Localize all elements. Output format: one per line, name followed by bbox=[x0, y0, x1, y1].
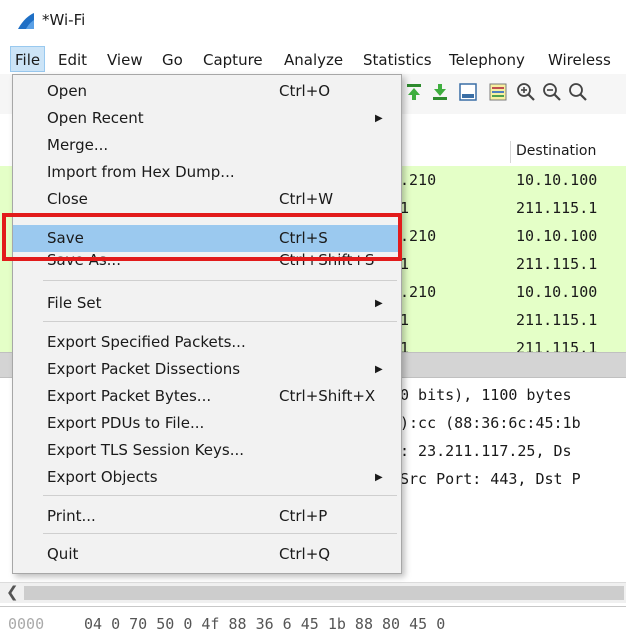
column-separator[interactable] bbox=[510, 141, 511, 163]
zoom-in-icon[interactable] bbox=[516, 82, 536, 102]
menu-go[interactable]: Go bbox=[162, 49, 183, 71]
scrollbar-thumb[interactable] bbox=[24, 586, 624, 600]
menu-separator bbox=[43, 495, 397, 496]
submenu-arrow-icon: ▶ bbox=[375, 113, 383, 124]
menu-item-export-objects[interactable]: Export Objects ▶ bbox=[13, 464, 401, 491]
menu-item-close[interactable]: Close Ctrl+W bbox=[13, 186, 401, 213]
menu-separator bbox=[43, 280, 397, 281]
title-bar: *Wi-Fi bbox=[0, 0, 626, 42]
bytes-offset: 0000 bbox=[8, 615, 45, 633]
detail-line-ethernet[interactable]: ):cc (88:36:6c:45:1b bbox=[400, 414, 581, 432]
window-title: *Wi-Fi bbox=[42, 11, 86, 29]
menu-item-open-recent[interactable]: Open Recent ▶ bbox=[13, 105, 401, 132]
menu-item-export-packet-bytes[interactable]: Export Packet Bytes... Ctrl+Shift+X bbox=[13, 383, 401, 410]
submenu-arrow-icon: ▶ bbox=[375, 364, 383, 375]
menu-item-export-packet-dissections[interactable]: Export Packet Dissections ▶ bbox=[13, 356, 401, 383]
menu-item-export-tls-keys[interactable]: Export TLS Session Keys... bbox=[13, 437, 401, 464]
menu-edit[interactable]: Edit bbox=[58, 49, 87, 71]
menu-item-print[interactable]: Print... Ctrl+P bbox=[13, 503, 401, 530]
menu-item-merge[interactable]: Merge... bbox=[13, 132, 401, 159]
menu-wireless[interactable]: Wireless bbox=[548, 49, 611, 71]
menu-item-export-pdus[interactable]: Export PDUs to File... bbox=[13, 410, 401, 437]
detail-line-frame[interactable]: 0 bits), 1100 bytes bbox=[400, 386, 572, 404]
horizontal-scrollbar[interactable]: ❮ bbox=[0, 582, 626, 603]
menu-file[interactable]: File bbox=[10, 46, 46, 72]
menu-item-import-hex-dump[interactable]: Import from Hex Dump... bbox=[13, 159, 401, 186]
zoom-out-icon[interactable] bbox=[542, 82, 562, 102]
menu-separator bbox=[43, 533, 397, 534]
menu-item-save[interactable]: Save Ctrl+S bbox=[13, 225, 401, 252]
menu-bar: File Edit View Go Capture Analyze Statis… bbox=[0, 44, 626, 74]
menu-item-file-set[interactable]: File Set ▶ bbox=[13, 290, 401, 317]
submenu-arrow-icon: ▶ bbox=[375, 472, 383, 483]
menu-item-export-specified-packets[interactable]: Export Specified Packets... bbox=[13, 329, 401, 356]
scroll-left-icon[interactable]: ❮ bbox=[6, 583, 19, 601]
detail-line-ip[interactable]: : 23.211.117.25, Ds bbox=[400, 442, 572, 460]
bytes-hex: 04 0 70 50 0 4f 88 36 6 45 1b 88 80 45 0 bbox=[84, 615, 446, 633]
colorize-icon[interactable] bbox=[488, 82, 508, 102]
go-last-packet-icon[interactable] bbox=[430, 82, 450, 102]
menu-analyze[interactable]: Analyze bbox=[284, 49, 343, 71]
file-menu-dropdown: Open Ctrl+O Open Recent ▶ Merge... Impor… bbox=[12, 74, 402, 574]
menu-item-quit[interactable]: Quit Ctrl+Q bbox=[13, 541, 401, 568]
menu-separator bbox=[43, 216, 397, 217]
menu-item-save-as[interactable]: Save As... Ctrl+Shift+S bbox=[13, 253, 401, 273]
wireshark-fin-icon bbox=[18, 13, 34, 29]
submenu-arrow-icon: ▶ bbox=[375, 298, 383, 309]
menu-telephony[interactable]: Telephony bbox=[449, 49, 525, 71]
column-destination[interactable]: Destination bbox=[516, 143, 596, 159]
detail-line-tcp[interactable]: Src Port: 443, Dst P bbox=[400, 470, 581, 488]
auto-scroll-icon[interactable] bbox=[458, 82, 478, 102]
menu-capture[interactable]: Capture bbox=[203, 49, 263, 71]
packet-bytes-pane: 0000 04 0 70 50 0 4f 88 36 6 45 1b 88 80… bbox=[0, 606, 626, 639]
zoom-normal-icon[interactable] bbox=[568, 82, 588, 102]
go-first-packet-icon[interactable] bbox=[404, 82, 424, 102]
menu-separator bbox=[43, 321, 397, 322]
menu-statistics[interactable]: Statistics bbox=[363, 49, 432, 71]
menu-view[interactable]: View bbox=[107, 49, 143, 71]
menu-item-open[interactable]: Open Ctrl+O bbox=[13, 78, 401, 105]
